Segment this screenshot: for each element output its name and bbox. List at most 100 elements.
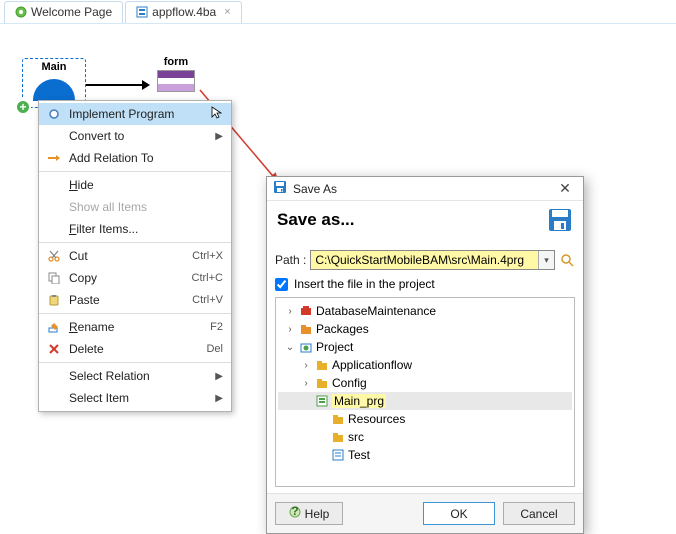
expand-icon[interactable]: › [300, 360, 312, 371]
node-main-label: Main [41, 61, 66, 73]
project-tree[interactable]: › DatabaseMaintenance › Packages ⌄ Proje… [275, 297, 575, 487]
test-icon [331, 448, 345, 462]
tree-node-dbmaint[interactable]: › DatabaseMaintenance [278, 302, 572, 320]
folder-icon [331, 430, 345, 444]
tree-label: Test [348, 448, 370, 462]
shortcut: Ctrl+V [192, 294, 223, 306]
expand-icon[interactable]: › [284, 306, 296, 317]
menu-label: Paste [69, 293, 188, 307]
tree-node-test[interactable]: Test [278, 446, 572, 464]
save-large-icon [547, 207, 573, 233]
svg-text:?: ? [291, 506, 298, 518]
tree-node-resources[interactable]: Resources [278, 410, 572, 428]
paste-icon [43, 292, 65, 308]
menu-select-item[interactable]: Select Item ▶ [39, 387, 231, 409]
dialog-titlebar: Save As ✕ [267, 177, 583, 201]
tree-label: Resources [348, 412, 405, 426]
tab-label: appflow.4ba [152, 5, 216, 19]
menu-implement-program[interactable]: Implement Program [39, 103, 231, 125]
save-as-dialog: Save As ✕ Save as... Path : ▾ Insert the… [266, 176, 584, 534]
browse-icon[interactable] [559, 252, 575, 268]
expand-icon[interactable]: › [300, 378, 312, 389]
dialog-button-bar: ? Help OK Cancel [267, 493, 583, 533]
menu-hide[interactable]: Hide [39, 174, 231, 196]
node-main-shape [33, 79, 75, 101]
bullet-icon [43, 106, 65, 122]
node-form-label: form [164, 56, 188, 68]
tree-label: src [348, 430, 364, 444]
close-button[interactable]: ✕ [553, 180, 577, 197]
tab-appflow[interactable]: appflow.4ba × [125, 1, 242, 23]
copy-icon [43, 270, 65, 286]
tree-node-main-prg[interactable]: Main_prg [278, 392, 572, 410]
path-label: Path : [275, 253, 306, 267]
tab-label: Welcome Page [31, 5, 112, 19]
menu-convert-to[interactable]: Convert to ▶ [39, 125, 231, 147]
menu-label: Rename [69, 320, 206, 334]
shortcut: Ctrl+C [192, 272, 223, 284]
menu-delete[interactable]: Delete Del [39, 338, 231, 360]
tree-node-project[interactable]: ⌄ Project [278, 338, 572, 356]
tree-label: DatabaseMaintenance [316, 304, 436, 318]
menu-label: Implement Program [69, 107, 207, 121]
menu-label: Show all Items [69, 200, 223, 214]
context-menu: Implement Program Convert to ▶ Add Relat… [38, 100, 232, 412]
menu-show-all: Show all Items [39, 196, 231, 218]
tree-node-config[interactable]: › Config [278, 374, 572, 392]
node-form[interactable]: form [148, 56, 204, 92]
help-icon: ? [289, 506, 301, 521]
close-icon[interactable]: × [224, 6, 230, 18]
module-icon [299, 304, 313, 318]
tab-welcome[interactable]: Welcome Page [4, 1, 123, 23]
menu-label: Add Relation To [69, 151, 223, 165]
rename-icon [43, 319, 65, 335]
welcome-icon [15, 6, 27, 18]
menu-filter-items[interactable]: Filter Items... [39, 218, 231, 240]
collapse-icon[interactable]: ⌄ [284, 342, 296, 353]
submenu-arrow-icon: ▶ [215, 371, 223, 382]
relation-icon [43, 150, 65, 166]
form-icon [157, 70, 195, 92]
guide-arrow [200, 90, 201, 91]
menu-select-relation[interactable]: Select Relation ▶ [39, 365, 231, 387]
add-icon[interactable]: + [15, 99, 31, 115]
tab-bar: Welcome Page appflow.4ba × [0, 0, 676, 24]
menu-cut[interactable]: Cut Ctrl+X [39, 245, 231, 267]
shortcut: F2 [210, 321, 223, 333]
menu-rename[interactable]: Rename F2 [39, 316, 231, 338]
menu-paste[interactable]: Paste Ctrl+V [39, 289, 231, 311]
button-label: Help [305, 507, 330, 521]
menu-copy[interactable]: Copy Ctrl+C [39, 267, 231, 289]
submenu-arrow-icon: ▶ [215, 131, 223, 142]
menu-label: Cut [69, 249, 188, 263]
cursor-icon [211, 106, 223, 123]
tree-label: Main_prg [332, 394, 386, 408]
shortcut: Del [206, 343, 223, 355]
tree-label: Config [332, 376, 367, 390]
folder-icon [331, 412, 345, 426]
tree-node-appflow[interactable]: › Applicationflow [278, 356, 572, 374]
tree-label: Applicationflow [332, 358, 412, 372]
menu-add-relation[interactable]: Add Relation To [39, 147, 231, 169]
tree-label: Project [316, 340, 353, 354]
cut-icon [43, 248, 65, 264]
expand-icon[interactable]: › [284, 324, 296, 335]
menu-label: Hide [69, 178, 223, 192]
menu-label: Filter Items... [69, 222, 223, 236]
insert-in-project-checkbox[interactable] [275, 278, 288, 291]
tree-node-packages[interactable]: › Packages [278, 320, 572, 338]
menu-label: Select Item [69, 391, 211, 405]
folder-icon [315, 358, 329, 372]
canvas: Main + form Implement Program [0, 24, 676, 522]
path-dropdown-button[interactable]: ▾ [538, 251, 554, 269]
menu-label: Select Relation [69, 369, 211, 383]
save-icon [273, 180, 287, 197]
menu-label: Delete [69, 342, 202, 356]
dialog-title: Save As [293, 182, 553, 196]
tree-node-src[interactable]: src [278, 428, 572, 446]
appflow-icon [136, 6, 148, 18]
delete-icon [43, 341, 65, 357]
folder-icon [315, 376, 329, 390]
relation-arrow [86, 84, 148, 86]
path-input[interactable] [310, 250, 555, 270]
